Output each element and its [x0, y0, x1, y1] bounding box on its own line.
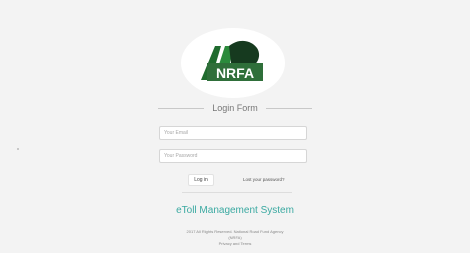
lost-password-link[interactable]: Lost your password? — [243, 177, 285, 182]
email-field[interactable] — [159, 126, 307, 140]
decorative-dot — [17, 148, 19, 150]
heading-line-left — [158, 107, 205, 109]
password-field[interactable] — [159, 149, 307, 163]
logo-text: NRFA — [216, 65, 254, 81]
logo-graphic: NRFA — [181, 28, 285, 98]
footer-privacy-link[interactable]: Privacy and Terms — [155, 241, 315, 247]
form-title: Login Form — [212, 103, 258, 113]
form-heading: Login Form — [158, 101, 312, 115]
heading-line-right — [265, 107, 312, 109]
divider — [182, 192, 292, 193]
footer: 2017 All Rights Reserved. National Road … — [155, 229, 315, 247]
nrfa-logo: NRFA — [181, 28, 285, 98]
system-title: eToll Management System — [176, 205, 294, 216]
login-button[interactable]: Log in — [188, 174, 214, 186]
login-page: NRFA Login Form Log in Lost your passwor… — [0, 0, 470, 253]
